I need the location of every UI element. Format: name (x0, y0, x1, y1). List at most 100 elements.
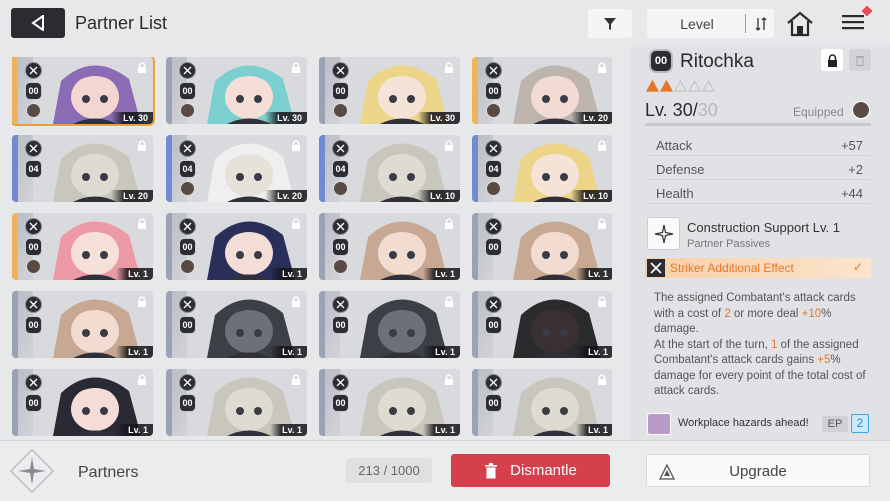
lock-icon (598, 218, 606, 229)
equipped-avatar (333, 181, 348, 196)
lock-icon (138, 62, 146, 73)
episode-title: Workplace hazards ahead! (678, 417, 809, 429)
home-button[interactable] (786, 11, 814, 37)
class-icon (179, 218, 196, 235)
class-icon (485, 218, 502, 235)
footer: Partners 213 / 1000 Dismantle Upgrade (0, 440, 890, 501)
rarity-stripe (472, 135, 478, 202)
partners-emblem-icon (9, 448, 55, 494)
lock-icon (138, 374, 146, 385)
level-label: Lv. 10 (418, 190, 460, 202)
partner-card[interactable]: 04 Lv. 20 (166, 135, 307, 202)
partner-card[interactable]: 00 Lv. 1 (472, 369, 612, 436)
partner-card[interactable]: 00 Lv. 1 (472, 213, 612, 280)
filter-icon (604, 17, 616, 30)
desc-highlight: +10 (801, 307, 822, 320)
level-label: Lv. 1 (423, 268, 460, 280)
rarity-stripe (12, 135, 18, 202)
lock-icon (292, 62, 300, 73)
partner-card[interactable]: 04 Lv. 10 (319, 135, 460, 202)
effect-row[interactable]: Striker Additional Effect ✓ (645, 258, 871, 278)
stat-label: Defense (656, 162, 705, 177)
equipped-avatar (333, 103, 348, 118)
upgrade-button[interactable]: Upgrade (646, 454, 870, 487)
class-icon (332, 296, 349, 313)
lock-icon (138, 296, 146, 307)
partner-card[interactable]: 00 Lv. 30 (319, 57, 460, 124)
partner-card[interactable]: 04 Lv. 20 (12, 135, 153, 202)
footer-title: Partners (78, 464, 139, 481)
partner-card[interactable]: 00 Lv. 1 (319, 213, 460, 280)
sort-select[interactable]: Level (647, 9, 774, 38)
back-button[interactable] (11, 8, 65, 38)
stat-value: +44 (840, 186, 863, 201)
class-icon (485, 62, 502, 79)
level-label: Lv. 1 (116, 424, 153, 436)
desc-highlight: +5 (817, 354, 831, 366)
partner-card[interactable]: 00 Lv. 1 (166, 291, 307, 358)
class-icon (25, 62, 42, 79)
episode-row[interactable]: Workplace hazards ahead! EP 2 (645, 412, 871, 436)
star-empty-icon (688, 80, 701, 92)
rank-badge: 00 (332, 394, 349, 412)
class-icon (485, 374, 502, 391)
partner-card[interactable]: 00 Lv. 1 (12, 369, 153, 436)
class-icon (485, 140, 502, 157)
equipped-avatar (26, 259, 41, 274)
level-max: 30 (697, 100, 718, 120)
rank-badge: 00 (179, 82, 196, 100)
partner-card[interactable]: 00 Lv. 1 (12, 291, 153, 358)
partner-card[interactable]: 00 Lv. 30 (166, 57, 307, 124)
passive-icon (647, 217, 680, 250)
level-label: Lv. 1 (423, 346, 460, 358)
rank-badge: 04 (332, 160, 349, 178)
star-filled-icon (646, 80, 659, 92)
stat-label: Health (656, 186, 694, 201)
level-label: Lv. 1 (576, 268, 612, 280)
rank-badge: 04 (179, 160, 196, 178)
lock-toggle-button[interactable] (821, 49, 843, 71)
sort-label: Level (680, 16, 714, 32)
lock-icon (598, 140, 606, 151)
rarity-stripe (472, 213, 478, 280)
rarity-stripe (166, 291, 172, 358)
rank-badge: 00 (332, 82, 349, 100)
level-label: Lv. 30 (418, 112, 460, 124)
lock-icon (292, 140, 300, 151)
rank-badge: 00 (485, 394, 502, 412)
partner-card[interactable]: 00 Lv. 30 (12, 57, 155, 126)
partner-card[interactable]: 00 Lv. 1 (166, 369, 307, 436)
rank-badge: 00 (25, 238, 42, 256)
delete-button[interactable] (849, 49, 871, 71)
rarity-stripe (166, 57, 172, 124)
partner-card[interactable]: 00 Lv. 1 (12, 213, 153, 280)
rank-badge: 00 (25, 316, 42, 334)
lock-icon (445, 374, 453, 385)
rarity-stripe (12, 57, 18, 124)
partner-count: 213 / 1000 (346, 458, 432, 483)
filter-button[interactable] (588, 9, 632, 38)
back-arrow-icon (31, 15, 44, 31)
level-label: Lv. 1 (116, 268, 153, 280)
level-label: Lv. 20 (111, 190, 153, 202)
menu-button[interactable] (840, 3, 875, 38)
level-label: Lv. 20 (571, 112, 612, 124)
partner-card[interactable]: 04 Lv. 10 (472, 135, 612, 202)
check-icon: ✓ (852, 260, 863, 274)
rarity-stripe (12, 369, 18, 436)
equipped-avatar (180, 103, 195, 118)
partner-card[interactable]: 00 Lv. 20 (472, 57, 612, 124)
rank-badge: 04 (25, 160, 42, 178)
class-icon (332, 374, 349, 391)
partner-card[interactable]: 00 Lv. 1 (472, 291, 612, 358)
star-rating (646, 80, 715, 92)
partner-name: Ritochka (680, 51, 754, 72)
dismantle-button[interactable]: Dismantle (451, 454, 610, 487)
sort-order-toggle[interactable] (748, 9, 774, 38)
partner-card[interactable]: 00 Lv. 1 (319, 369, 460, 436)
partner-card[interactable]: 00 Lv. 1 (166, 213, 307, 280)
partner-detail-panel: 00 Ritochka Lv. 30/30 Equipped Attack +5… (630, 45, 890, 440)
class-icon (25, 140, 42, 157)
equipped-avatar[interactable] (852, 101, 870, 119)
partner-card[interactable]: 00 Lv. 1 (319, 291, 460, 358)
